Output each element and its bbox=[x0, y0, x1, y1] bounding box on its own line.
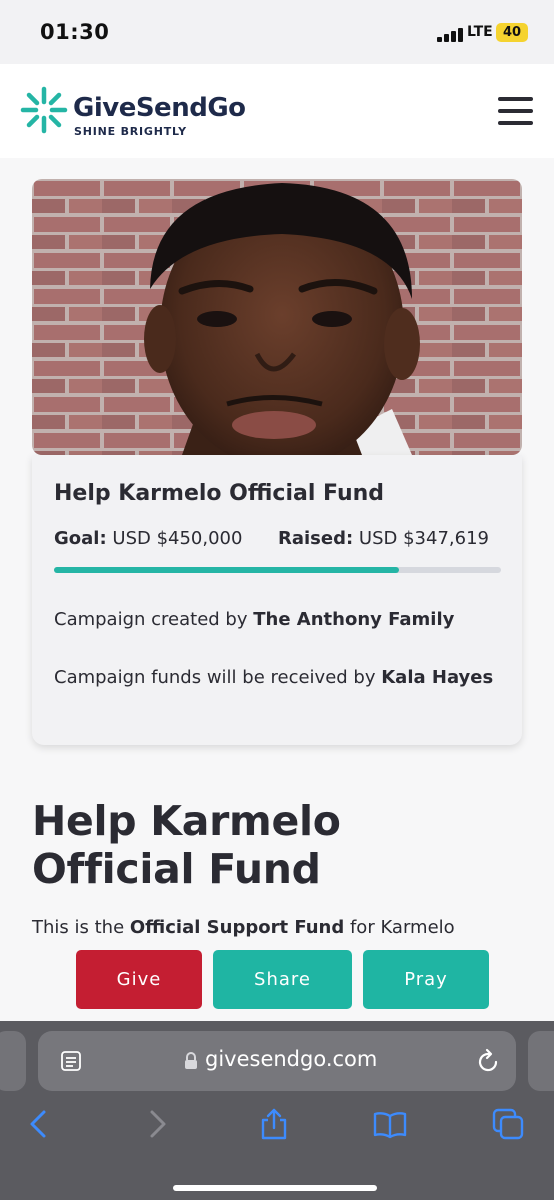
home-indicator bbox=[173, 1185, 377, 1191]
logo-wordmark[interactable]: GiveSendGo bbox=[73, 93, 246, 123]
intro-bold: Official Support Fund bbox=[129, 917, 345, 938]
back-icon[interactable] bbox=[22, 1107, 56, 1141]
raised-label: Raised: bbox=[278, 528, 354, 549]
reader-mode-icon[interactable] bbox=[61, 1051, 81, 1071]
next-tab-peek[interactable] bbox=[528, 1031, 554, 1091]
battery-indicator: 40 bbox=[496, 23, 528, 42]
hamburger-menu-icon[interactable] bbox=[498, 95, 533, 127]
raised-amount: Raised: USD $347,619 bbox=[278, 528, 489, 549]
address-bar[interactable]: givesendgo.com bbox=[38, 1031, 516, 1091]
campaign-hero-image bbox=[32, 179, 522, 455]
campaign-creator: Campaign created by The Anthony Family bbox=[54, 609, 454, 630]
funding-progress-fill bbox=[54, 567, 400, 573]
page-title: Help Karmelo Official Fund bbox=[32, 797, 341, 893]
intro-prefix: This is the bbox=[32, 917, 130, 938]
status-bar: 01:30 LTE 40 bbox=[0, 0, 554, 64]
browser-toolbar: givesendgo.com bbox=[0, 1021, 554, 1200]
logo-burst-icon[interactable] bbox=[20, 86, 68, 134]
goal-label: Goal: bbox=[54, 528, 107, 549]
lock-icon bbox=[185, 1052, 197, 1069]
logo-tagline: SHINE BRIGHTLY bbox=[74, 125, 187, 138]
site-header: GiveSendGo SHINE BRIGHTLY bbox=[0, 64, 554, 158]
creator-name: The Anthony Family bbox=[253, 609, 455, 630]
url-text[interactable]: givesendgo.com bbox=[205, 1047, 377, 1071]
forward-icon[interactable] bbox=[140, 1107, 174, 1141]
signal-bars-icon bbox=[437, 26, 463, 42]
received-by-prefix: Campaign funds will be received by bbox=[54, 667, 382, 688]
previous-tab-peek[interactable] bbox=[0, 1031, 26, 1091]
give-button[interactable]: Give bbox=[76, 950, 202, 1009]
goal-amount: Goal: USD $450,000 bbox=[54, 528, 242, 549]
share-icon[interactable] bbox=[257, 1107, 291, 1141]
share-button[interactable]: Share bbox=[213, 950, 352, 1009]
campaign-summary-card: Help Karmelo Official Fund Goal: USD $45… bbox=[32, 455, 522, 745]
funding-progress-bar bbox=[54, 567, 501, 573]
campaign-description: This is the Official Support Fund for Ka… bbox=[32, 917, 455, 938]
status-time: 01:30 bbox=[40, 20, 110, 44]
network-type: LTE bbox=[467, 24, 493, 40]
created-by-prefix: Campaign created by bbox=[54, 609, 254, 630]
bookmarks-icon[interactable] bbox=[373, 1107, 407, 1141]
reload-icon[interactable] bbox=[476, 1048, 500, 1074]
funds-recipient: Campaign funds will be received by Kala … bbox=[54, 662, 494, 694]
goal-value: USD $450,000 bbox=[112, 528, 243, 549]
campaign-title: Help Karmelo Official Fund bbox=[54, 481, 385, 506]
pray-button[interactable]: Pray bbox=[363, 950, 489, 1009]
recipient-name: Kala Hayes bbox=[381, 667, 494, 688]
intro-suffix: for Karmelo bbox=[344, 917, 455, 938]
raised-value: USD $347,619 bbox=[358, 528, 489, 549]
tabs-icon[interactable] bbox=[491, 1107, 525, 1141]
